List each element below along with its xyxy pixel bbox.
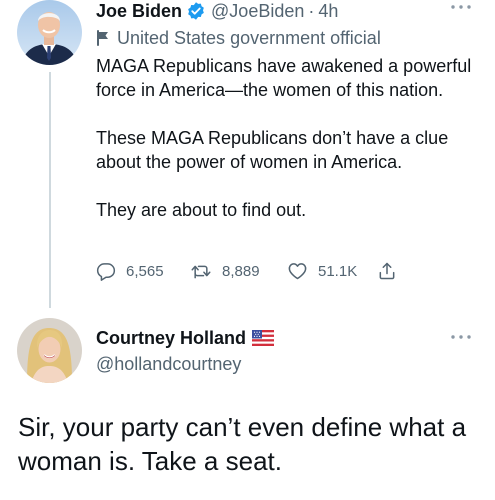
more-options-button[interactable]: [449, 2, 473, 12]
government-label-text: United States government official: [117, 27, 381, 48]
reply-icon: [96, 263, 116, 281]
author-name[interactable]: Courtney Holland: [96, 328, 246, 349]
more-options-button[interactable]: [449, 332, 473, 342]
government-label: United States government official: [96, 26, 381, 50]
author-handle[interactable]: @hollandcourtney: [96, 352, 241, 376]
timestamp[interactable]: 4h: [318, 1, 338, 22]
heart-icon: [288, 263, 307, 280]
more-icon: [451, 5, 471, 9]
retweet-button[interactable]: 8,889: [190, 261, 287, 281]
more-icon: [451, 335, 471, 339]
courtney-holland-avatar[interactable]: [17, 318, 82, 383]
reply-header: Courtney Holland: [96, 326, 275, 350]
tweet-header: Joe Biden @JoeBiden · 4h: [96, 0, 338, 23]
share-icon: [379, 262, 395, 280]
tweet-paragraph: These MAGA Republicans don’t have a clue…: [96, 128, 449, 172]
tweet-paragraph: MAGA Republicans have awakened a powerfu…: [96, 56, 472, 100]
separator-dot: ·: [308, 0, 315, 21]
reply-text: Sir, your party can’t even define what a…: [18, 412, 467, 476]
joe-biden-avatar[interactable]: [17, 0, 82, 65]
retweet-icon: [191, 265, 211, 279]
reply-button[interactable]: 6,565: [96, 261, 190, 281]
author-name[interactable]: Joe Biden: [96, 1, 182, 22]
author-handle[interactable]: @JoeBiden: [211, 1, 304, 22]
retweet-count: 8,889: [222, 262, 260, 280]
tweet-paragraph: They are about to find out.: [96, 200, 307, 220]
tweet-text: MAGA Republicans have awakened a powerfu…: [96, 54, 488, 222]
like-count: 51.1K: [318, 262, 358, 280]
us-flag-icon: [252, 330, 275, 346]
reply-count: 6,565: [126, 262, 164, 280]
verified-badge-icon: [186, 1, 206, 21]
share-button[interactable]: [377, 260, 407, 282]
thread-line: [49, 72, 51, 308]
like-button[interactable]: 51.1K: [287, 261, 377, 281]
flag-icon: [97, 30, 108, 46]
tweet-actions: 6,565 8,889 51.1K: [96, 260, 407, 282]
